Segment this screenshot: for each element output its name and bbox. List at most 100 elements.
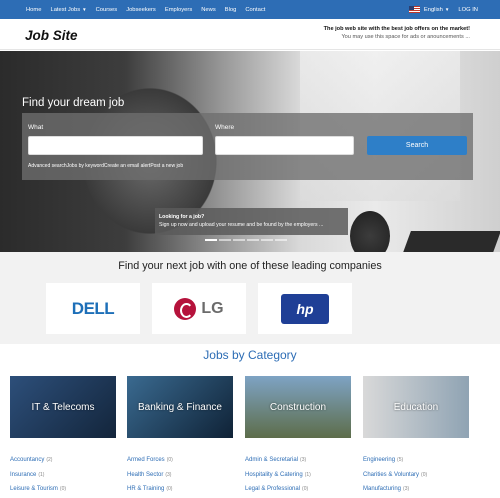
nav-contact[interactable]: Contact: [245, 7, 265, 13]
jobs-by-keyword-link[interactable]: Jobs by keyword: [67, 163, 104, 169]
companies-section: Find your next job with one of these lea…: [0, 252, 500, 344]
caret-down-icon: ▼: [82, 6, 87, 12]
job-banner[interactable]: Looking for a job? Sign up now and uploa…: [155, 208, 348, 235]
nav-news[interactable]: News: [201, 7, 216, 13]
category-count: (0): [166, 457, 173, 463]
header-tagline: The job web site with the best job offer…: [324, 25, 470, 41]
carousel-indicators: [205, 239, 289, 241]
where-input[interactable]: [215, 136, 354, 155]
nav-latest-jobs[interactable]: Latest Jobs ▼: [50, 7, 86, 13]
list-item[interactable]: Armed Forces (0): [127, 453, 237, 468]
category-count: (3): [300, 457, 307, 463]
category-list-col4: Engineering (5) Charities & Voluntary (0) …: [363, 453, 473, 497]
list-item[interactable]: Hospitality & Catering (1): [245, 468, 355, 483]
category-name: Admin & Secretarial: [245, 457, 299, 463]
category-name: Leisure & Tourism: [10, 486, 58, 492]
language-select[interactable]: English ▼: [424, 7, 449, 13]
category-name: Hospitality & Catering: [245, 471, 303, 478]
search-links: Advanced search Jobs by keyword Create a…: [28, 163, 183, 169]
category-name: Health Sector: [127, 471, 164, 478]
nav-latest-jobs-label: Latest Jobs: [50, 6, 81, 13]
caret-down-icon: ▼: [444, 6, 450, 12]
what-input[interactable]: [28, 136, 203, 155]
category-list-col1: Accountancy (2) Insurance (1) Leisure & To…: [10, 453, 120, 497]
company-hp[interactable]: hp: [258, 283, 352, 334]
category-name: Engineering: [363, 457, 396, 463]
carousel-dot[interactable]: [261, 239, 273, 241]
companies-title: Find your next job with one of these lea…: [118, 260, 382, 272]
carousel-dot[interactable]: [275, 239, 287, 241]
category-name: Insurance: [10, 471, 37, 478]
category-card-construction[interactable]: Construction: [245, 376, 351, 438]
list-item[interactable]: Accountancy (2): [10, 453, 120, 468]
category-count: (0): [59, 486, 67, 492]
us-flag-icon: [408, 6, 420, 13]
category-count: (3): [165, 471, 172, 478]
category-list-col2: Armed Forces (0) Health Sector (3) HR & Tr…: [127, 453, 237, 497]
list-item[interactable]: HR & Training (0): [127, 482, 237, 497]
hp-logo: hp: [281, 293, 329, 324]
lg-logo: LG: [174, 297, 224, 320]
list-item[interactable]: Insurance (1): [10, 468, 120, 483]
nav-right: English ▼ LOG IN: [408, 0, 478, 19]
dell-logo: DELL: [71, 298, 115, 318]
category-count: (0): [166, 486, 173, 492]
list-item[interactable]: Manufacturing (3): [363, 482, 473, 497]
post-job-link[interactable]: Post a new job: [150, 163, 183, 169]
category-count: (0): [302, 486, 309, 492]
site-header: Job Site The job web site with the best …: [0, 19, 500, 50]
carousel-dot[interactable]: [219, 239, 231, 241]
hero-background-plant: [350, 211, 390, 252]
category-count: (2): [46, 457, 53, 463]
job-banner-text: Sign up now and upload your resume and b…: [159, 222, 324, 228]
company-dell[interactable]: DELL: [46, 283, 140, 334]
nav-employers[interactable]: Employers: [165, 7, 192, 13]
category-name: Armed Forces: [127, 457, 165, 463]
category-count: (1): [38, 471, 45, 478]
nav-home[interactable]: Home: [26, 7, 41, 13]
category-name: Accountancy: [10, 457, 45, 463]
category-name: HR & Training: [127, 486, 165, 492]
category-count: (5): [397, 457, 404, 463]
tagline-main: The job web site with the best job offer…: [323, 26, 470, 32]
list-item[interactable]: Admin & Secretarial (3): [245, 453, 355, 468]
nav-courses[interactable]: Courses: [96, 7, 118, 13]
category-list-col3: Admin & Secretarial (3) Hospitality & Cat…: [245, 453, 355, 497]
category-name: Legal & Professional: [245, 486, 301, 492]
lg-circle-icon: [174, 297, 197, 320]
lg-logo-text: LG: [201, 299, 224, 317]
job-banner-title: Looking for a job?: [159, 214, 205, 220]
language-label: English: [423, 6, 443, 13]
nav-jobseekers[interactable]: Jobseekers: [126, 7, 156, 13]
category-count: (0): [421, 471, 428, 478]
hero-title: Find your dream job: [22, 97, 125, 109]
category-name: Charities & Voluntary: [363, 471, 420, 478]
list-item[interactable]: Legal & Professional (0): [245, 482, 355, 497]
carousel-dot[interactable]: [233, 239, 245, 241]
category-card-it[interactable]: IT & Telecoms: [10, 376, 116, 438]
hero-background-laptop: [389, 231, 500, 252]
site-logo[interactable]: Job Site: [25, 28, 78, 43]
list-item[interactable]: Engineering (5): [363, 453, 473, 468]
company-lg[interactable]: LG: [152, 283, 246, 334]
tagline-sub: You may use this space for ads or anounc…: [341, 34, 470, 40]
top-navbar: Home Latest Jobs ▼ Courses Jobseekers Emp…: [0, 0, 500, 19]
nav-blog[interactable]: Blog: [225, 7, 237, 13]
category-card-education[interactable]: Education: [363, 376, 469, 438]
category-title: Jobs by Category: [203, 348, 297, 362]
search-panel: What Where Search Advanced search Jobs b…: [22, 113, 473, 180]
email-alert-link[interactable]: Create an email alert: [104, 163, 150, 169]
category-card-banking[interactable]: Banking & Finance: [127, 376, 233, 438]
carousel-dot[interactable]: [247, 239, 259, 241]
where-label: Where: [215, 124, 235, 131]
list-item[interactable]: Leisure & Tourism (0): [10, 482, 120, 497]
search-button[interactable]: Search: [367, 136, 467, 155]
hero-banner: Find your dream job What Where Search Ad…: [0, 51, 500, 252]
category-name: Manufacturing: [363, 486, 402, 492]
list-item[interactable]: Charities & Voluntary (0): [363, 468, 473, 483]
carousel-dot[interactable]: [205, 239, 217, 241]
what-label: What: [28, 124, 44, 131]
login-link[interactable]: LOG IN: [458, 7, 478, 13]
advanced-search-link[interactable]: Advanced search: [28, 163, 67, 169]
list-item[interactable]: Health Sector (3): [127, 468, 237, 483]
